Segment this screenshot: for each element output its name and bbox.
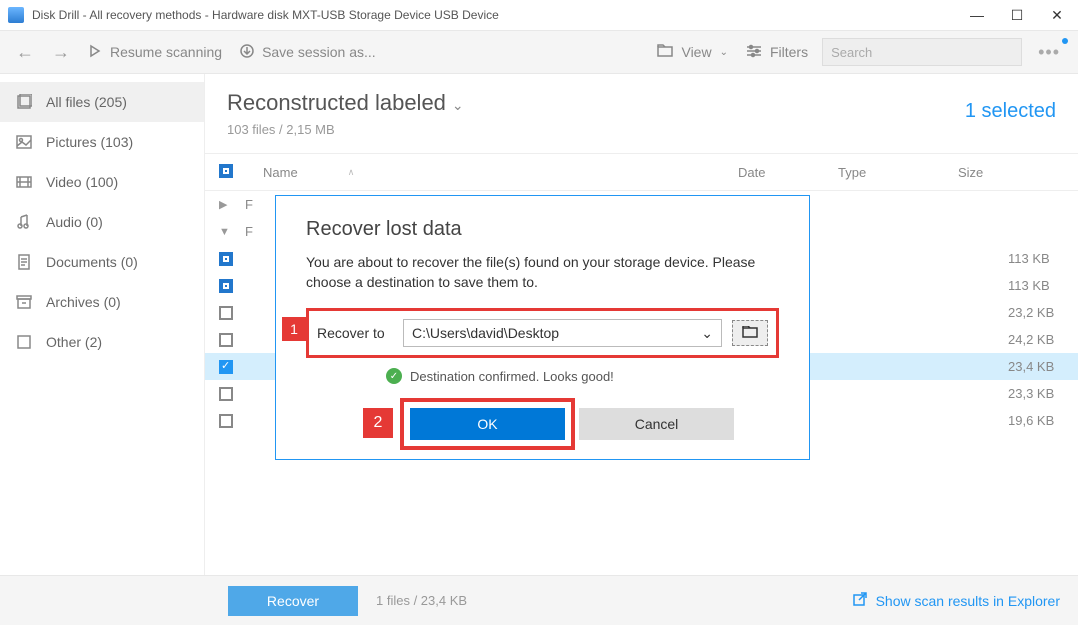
sidebar-item-audio[interactable]: Audio (0)	[0, 202, 204, 242]
col-size[interactable]: Size	[958, 165, 1078, 180]
recover-to-label: Recover to	[317, 325, 393, 341]
nav-back[interactable]: ←	[12, 38, 38, 67]
other-icon	[16, 334, 32, 350]
sidebar-item-documents[interactable]: Documents (0)	[0, 242, 204, 282]
col-type[interactable]: Type	[838, 165, 958, 180]
dialog-title: Recover lost data	[306, 218, 779, 241]
row-checkbox[interactable]	[219, 306, 233, 320]
table-header: Name∧ Date Type Size	[205, 153, 1078, 191]
footer-info: 1 files / 23,4 KB	[376, 593, 467, 608]
annotation-2: 2	[363, 408, 393, 438]
show-in-explorer-link[interactable]: Show scan results in Explorer	[852, 591, 1060, 610]
row-checkbox[interactable]	[219, 279, 233, 293]
sort-asc-icon: ∧	[348, 167, 355, 178]
row-checkbox[interactable]	[219, 414, 233, 428]
annotation-box-2: 2 OK	[400, 398, 575, 450]
view-menu[interactable]: View ⌄	[653, 40, 731, 65]
play-icon	[88, 44, 102, 61]
audio-icon	[16, 214, 32, 230]
ok-button[interactable]: OK	[410, 408, 565, 440]
nav-forward[interactable]: →	[48, 38, 74, 67]
cancel-button[interactable]: Cancel	[579, 408, 734, 440]
sidebar: All files (205) Pictures (103) Video (10…	[0, 74, 205, 575]
expand-icon[interactable]: ▶	[219, 198, 231, 211]
window-title: Disk Drill - All recovery methods - Hard…	[32, 8, 499, 22]
row-checkbox[interactable]	[219, 252, 233, 266]
col-date[interactable]: Date	[738, 165, 838, 180]
archive-icon	[16, 294, 32, 310]
save-session[interactable]: Save session as...	[236, 40, 380, 65]
view-title[interactable]: Reconstructed labeled⌄	[227, 90, 1056, 116]
selection-count: 1 selected	[965, 100, 1056, 123]
titlebar: Disk Drill - All recovery methods - Hard…	[0, 0, 1078, 30]
col-name[interactable]: Name∧	[263, 165, 738, 180]
chevron-down-icon: ⌄	[452, 97, 464, 113]
document-icon	[16, 254, 32, 270]
recover-button[interactable]: Recover	[228, 586, 358, 616]
check-icon: ✓	[386, 368, 402, 384]
minimize-button[interactable]: —	[964, 2, 990, 28]
row-checkbox[interactable]	[219, 333, 233, 347]
search-input[interactable]: Search	[822, 38, 1022, 66]
row-checkbox[interactable]	[219, 360, 233, 374]
sidebar-item-all-files[interactable]: All files (205)	[0, 82, 204, 122]
video-icon	[16, 174, 32, 190]
sidebar-item-other[interactable]: Other (2)	[0, 322, 204, 362]
sidebar-item-pictures[interactable]: Pictures (103)	[0, 122, 204, 162]
close-button[interactable]: ✕	[1044, 2, 1070, 28]
more-menu[interactable]: •••	[1032, 38, 1066, 67]
sliders-icon	[746, 44, 762, 61]
resume-scanning[interactable]: Resume scanning	[84, 40, 226, 65]
chevron-down-icon: ⌄	[720, 47, 728, 58]
destination-select[interactable]: C:\Users\david\Desktop ⌄	[403, 319, 722, 347]
filters-menu[interactable]: Filters	[742, 40, 812, 65]
browse-button[interactable]	[732, 320, 768, 346]
recover-dialog: Recover lost data You are about to recov…	[275, 195, 810, 460]
folder-icon	[742, 325, 758, 341]
select-all-checkbox[interactable]	[219, 164, 233, 178]
toolbar: ← → Resume scanning Save session as... V…	[0, 30, 1078, 74]
view-subtitle: 103 files / 2,15 MB	[227, 122, 1056, 137]
folder-icon	[657, 44, 673, 61]
annotation-box-1: 1 Recover to C:\Users\david\Desktop ⌄	[306, 308, 779, 358]
footer: Recover 1 files / 23,4 KB Show scan resu…	[0, 575, 1078, 625]
annotation-1: 1	[282, 317, 306, 341]
picture-icon	[16, 134, 32, 150]
download-icon	[240, 44, 254, 61]
sidebar-item-video[interactable]: Video (100)	[0, 162, 204, 202]
files-icon	[16, 94, 32, 110]
external-link-icon	[852, 591, 868, 610]
collapse-icon[interactable]: ▼	[219, 226, 231, 238]
row-checkbox[interactable]	[219, 387, 233, 401]
maximize-button[interactable]: ☐	[1004, 2, 1030, 28]
sidebar-item-archives[interactable]: Archives (0)	[0, 282, 204, 322]
chevron-down-icon: ⌄	[701, 325, 713, 342]
dialog-text: You are about to recover the file(s) fou…	[306, 253, 779, 292]
destination-confirmed: ✓ Destination confirmed. Looks good!	[386, 368, 779, 384]
app-icon	[8, 7, 24, 23]
